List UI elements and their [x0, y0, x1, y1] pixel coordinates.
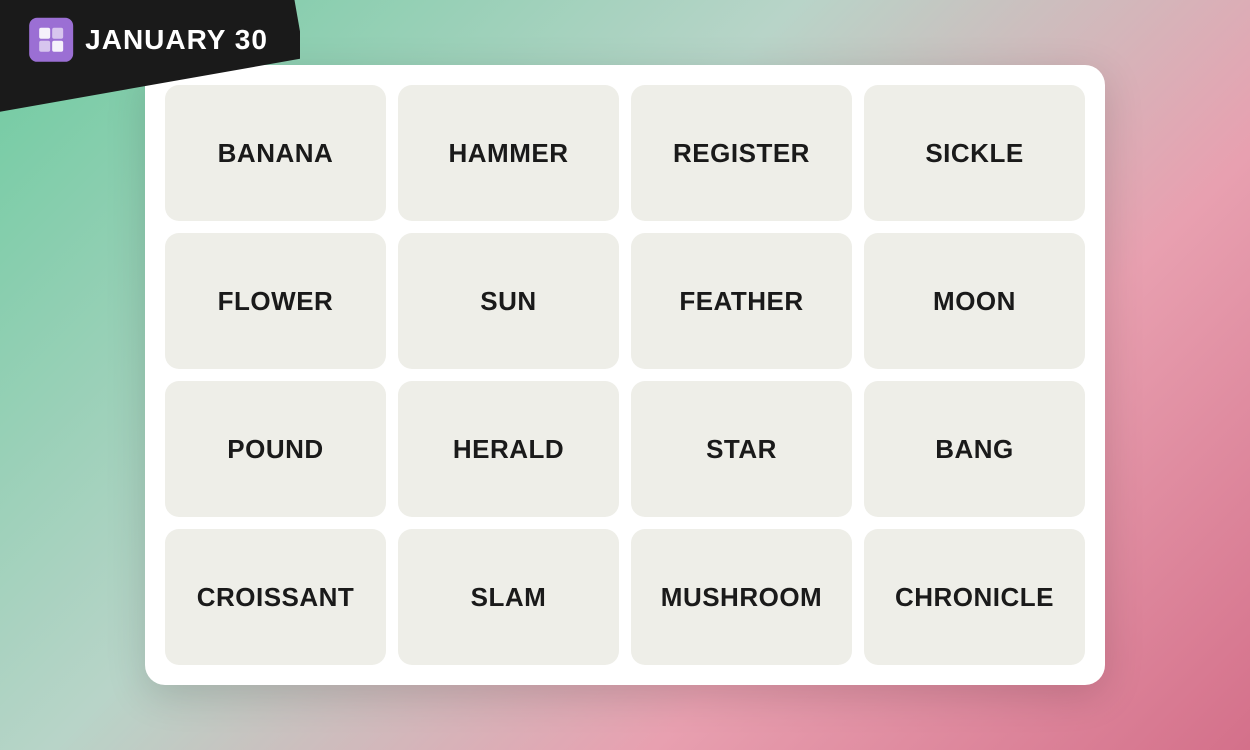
word-tile-text: FEATHER — [679, 286, 803, 317]
word-tile[interactable]: SUN — [398, 233, 619, 369]
word-tile-text: SICKLE — [925, 138, 1023, 169]
word-tile-text: MOON — [933, 286, 1016, 317]
corner-banner: JANUARY 30 — [0, 0, 300, 140]
word-tile-text: POUND — [227, 434, 323, 465]
word-tile-text: STAR — [706, 434, 777, 465]
app-icon — [29, 18, 73, 62]
word-tile[interactable]: POUND — [165, 381, 386, 517]
word-tile[interactable]: HAMMER — [398, 85, 619, 221]
word-tile-text: MUSHROOM — [661, 582, 822, 613]
word-tile-text: REGISTER — [673, 138, 810, 169]
word-tile[interactable]: HERALD — [398, 381, 619, 517]
word-tile[interactable]: REGISTER — [631, 85, 852, 221]
word-tile-text: CROISSANT — [197, 582, 355, 613]
word-tile[interactable]: FLOWER — [165, 233, 386, 369]
word-tile-text: FLOWER — [218, 286, 334, 317]
main-card: BANANA HAMMER REGISTER SICKLE FLOWER SUN FEATH… — [145, 65, 1105, 685]
word-tile-text: BANG — [935, 434, 1014, 465]
word-tile[interactable]: STAR — [631, 381, 852, 517]
banner-title: JANUARY 30 — [85, 24, 268, 56]
word-grid: BANANA HAMMER REGISTER SICKLE FLOWER SUN FEATH… — [165, 85, 1085, 665]
word-tile[interactable]: SLAM — [398, 529, 619, 665]
word-tile[interactable]: MUSHROOM — [631, 529, 852, 665]
word-tile-text: SUN — [480, 286, 536, 317]
word-tile-text: BANANA — [218, 138, 334, 169]
word-tile-text: SLAM — [471, 582, 547, 613]
word-tile[interactable]: SICKLE — [864, 85, 1085, 221]
word-tile[interactable]: FEATHER — [631, 233, 852, 369]
word-tile[interactable]: CROISSANT — [165, 529, 386, 665]
word-tile[interactable]: CHRONICLE — [864, 529, 1085, 665]
word-tile-text: HERALD — [453, 434, 564, 465]
word-tile[interactable]: BANG — [864, 381, 1085, 517]
word-tile[interactable]: MOON — [864, 233, 1085, 369]
word-tile-text: HAMMER — [449, 138, 569, 169]
word-tile-text: CHRONICLE — [895, 582, 1054, 613]
